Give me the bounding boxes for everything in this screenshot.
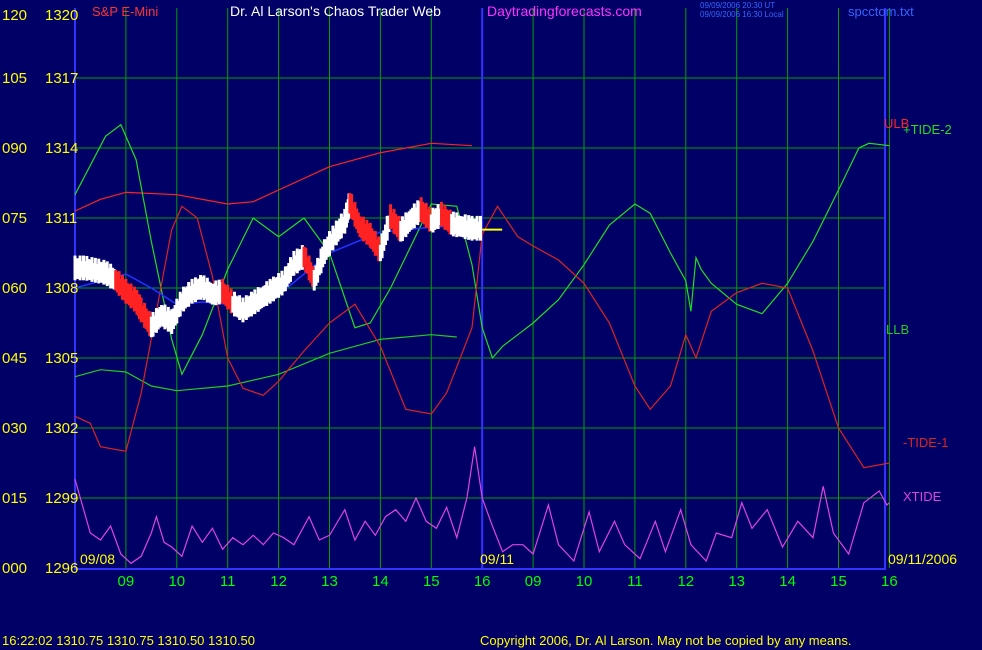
y-label-tide: 120: [2, 7, 27, 24]
x-tick-label: 11: [220, 573, 236, 590]
y-label-tide: 060: [2, 280, 27, 297]
y-label-tide: 075: [2, 210, 27, 227]
llb-line: [74, 334, 457, 392]
date-label-mid: 09/11: [480, 551, 514, 567]
y-label-tide: 105: [2, 70, 27, 87]
y-label-price: 1305: [45, 350, 78, 367]
x-tick-label: 15: [423, 573, 440, 590]
y-label-price: 1314: [45, 140, 78, 157]
x-tick-label: 09: [118, 573, 135, 590]
y-label-price: 1299: [45, 490, 78, 507]
x-tick-label: 14: [779, 573, 796, 590]
symbol-label: S&P E-Mini: [92, 4, 158, 19]
x-tick-label: 16: [881, 573, 898, 590]
quote-line: 16:22:02 1310.75 1310.75 1310.50 1310.50: [2, 633, 255, 648]
y-label-price: 1302: [45, 420, 78, 437]
site-link[interactable]: Daytradingforecasts.com: [487, 3, 642, 19]
date-label-end: 09/11/2006: [888, 551, 957, 567]
x-tick-label: 13: [321, 573, 338, 590]
x-tick-label: 09: [525, 573, 542, 590]
timestamp-local: 09/09/2006 16:30 Local: [700, 10, 784, 19]
date-label-start: 09/08: [80, 551, 115, 567]
y-label-tide: 000: [2, 560, 27, 577]
chart-window: 120 1320 105 1317 090 1314 075 1311 060 1308 045 13…: [0, 0, 982, 650]
y-label-tide: 045: [2, 350, 27, 367]
chaos-chart: 120 1320105 1317090 1314075 1311060 1308045 13…: [2, 1, 957, 648]
y-label-tide: 090: [2, 140, 27, 157]
x-tick-label: 16: [474, 573, 491, 590]
y-label-price: 1317: [45, 70, 78, 87]
y-label-price: 1320: [45, 7, 78, 24]
tide1-label: -TIDE-1: [903, 435, 949, 450]
x-tick-label: 14: [372, 573, 389, 590]
x-tick-label: 12: [270, 573, 287, 590]
ulb-line: [74, 142, 473, 212]
y-label-tide: 015: [2, 490, 27, 507]
price-bar: [479, 215, 483, 241]
price-bars: [73, 193, 503, 338]
x-tick-label: 13: [728, 573, 745, 590]
y-label-price: 1308: [45, 280, 78, 297]
chart-title: Dr. Al Larson's Chaos Trader Web: [230, 3, 441, 19]
xtide-label: XTIDE: [903, 489, 942, 504]
x-tick-label: 10: [576, 573, 593, 590]
timestamp-ut: 09/09/2006 20:30 UT: [700, 1, 775, 10]
x-tick-label: 11: [627, 573, 643, 590]
copyright: Copyright 2006, Dr. Al Larson. May not b…: [480, 633, 851, 648]
tide2-label: +TIDE-2: [903, 122, 952, 137]
x-tick-label: 12: [677, 573, 694, 590]
llb-label: LLB: [886, 322, 909, 337]
file-name: spcctom.txt: [848, 4, 914, 19]
x-tick-label: 10: [168, 573, 185, 590]
x-tick-label: 15: [830, 573, 847, 590]
y-label-price: 1311: [45, 210, 77, 227]
y-label-tide: 030: [2, 420, 27, 437]
y-label-price: 1296: [45, 560, 78, 577]
